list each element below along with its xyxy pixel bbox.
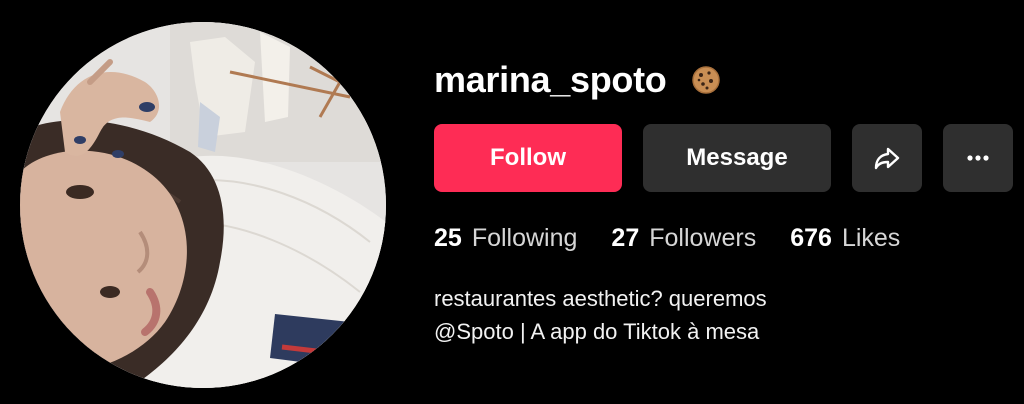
following-label: Following [471, 223, 578, 252]
share-button[interactable] [852, 124, 922, 192]
following-count: 25 [434, 223, 462, 252]
bio-line: @Spoto | A app do Tiktok à mesa [434, 319, 760, 344]
following-stat[interactable]: 25 Following [434, 223, 578, 252]
profile-photo [20, 22, 386, 388]
message-button[interactable]: Message [643, 124, 831, 192]
username: marina_spoto [434, 59, 667, 100]
share-arrow-icon [872, 143, 902, 173]
bio-line: restaurantes aesthetic? queremos [434, 286, 767, 311]
likes-stat: 676 Likes [790, 223, 901, 252]
cookie-icon [690, 64, 722, 96]
follow-button[interactable]: Follow [434, 124, 622, 192]
profile-bio: restaurantes aesthetic? queremos @Spoto … [434, 282, 767, 348]
more-options-button[interactable] [943, 124, 1013, 192]
likes-count: 676 [790, 223, 832, 252]
followers-count: 27 [611, 223, 640, 252]
followers-stat[interactable]: 27 Followers [611, 223, 757, 252]
followers-label: Followers [649, 223, 757, 252]
profile-avatar[interactable] [20, 22, 386, 388]
more-dots-icon [963, 143, 993, 173]
likes-label: Likes [841, 223, 901, 252]
profile-stats: 25 Following 27 Followers 676 Likes [434, 218, 934, 258]
username-row: marina_spoto [434, 56, 722, 104]
